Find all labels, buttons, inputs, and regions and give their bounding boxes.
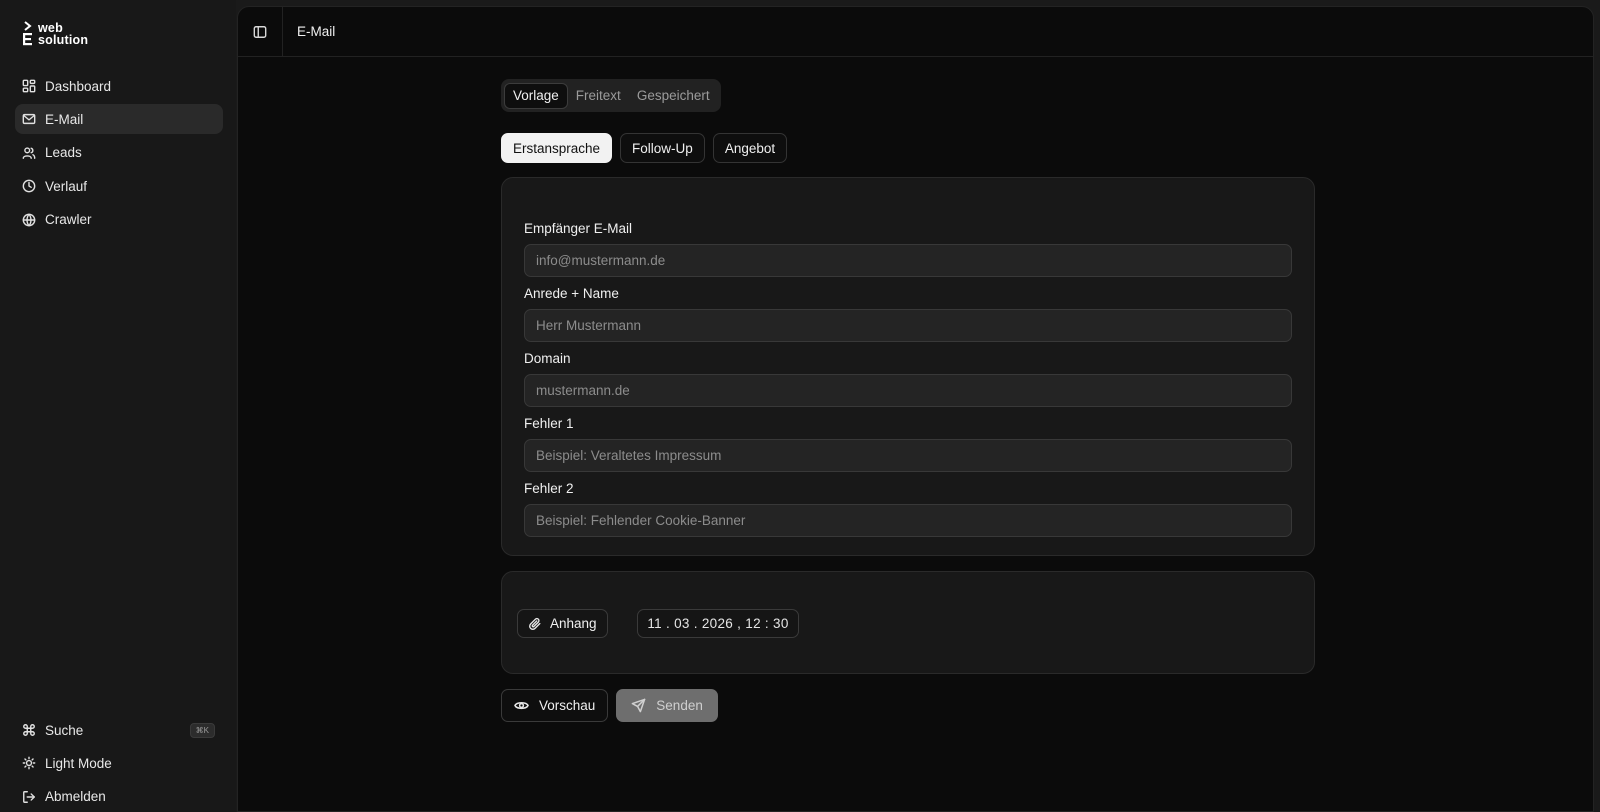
tab-freitext[interactable]: Freitext <box>568 83 629 109</box>
salutation-name-input[interactable] <box>524 309 1292 342</box>
clock-icon <box>22 179 36 193</box>
sidebar-item-label: Leads <box>45 145 82 161</box>
main-panel: E-Mail Vorlage Freitext Gespeichert Erst… <box>237 6 1594 812</box>
recipient-label: Empfänger E-Mail <box>524 221 633 236</box>
attachment-button[interactable]: Anhang <box>517 609 608 638</box>
sidebar-item-label: Abmelden <box>45 789 106 805</box>
sidebar-item-label: Crawler <box>45 212 92 228</box>
sidebar-item-dashboard[interactable]: Dashboard <box>15 71 223 101</box>
sidebar-item-label: Verlauf <box>45 178 88 194</box>
sidebar-toggle-icon <box>253 25 267 38</box>
mail-icon <box>22 112 36 126</box>
email-form-card: Empfänger E-Mail Anrede + Name Domain Fe… <box>501 177 1315 556</box>
error2-input[interactable] <box>524 504 1292 537</box>
sidebar-toggle-button[interactable] <box>238 7 283 57</box>
error2-field-group: Fehler 2 <box>524 481 1292 537</box>
error1-field-group: Fehler 1 <box>524 416 1292 472</box>
brand-line-1: web <box>38 20 63 35</box>
sidebar-item-verlauf[interactable]: Verlauf <box>15 171 223 201</box>
eye-icon <box>514 701 529 710</box>
brand-name: web solution <box>38 20 89 47</box>
send-icon <box>631 698 646 713</box>
domain-input[interactable] <box>524 374 1292 407</box>
preview-label: Vorschau <box>539 698 596 713</box>
sidebar-nav: Dashboard E-Mail Leads Verlauf Crawler <box>15 71 223 238</box>
brand-line-2: solution <box>38 32 89 47</box>
preview-button[interactable]: Vorschau <box>501 689 609 722</box>
domain-field-group: Domain <box>524 351 1292 407</box>
logo-mark-icon <box>22 20 35 47</box>
salutation-field-group: Anrede + Name <box>524 286 1292 342</box>
page-title: E-Mail <box>297 24 336 39</box>
sidebar-item-label: Light Mode <box>45 755 112 771</box>
sidebar: web solution Dashboard E-Mail Leads Verl… <box>0 0 236 812</box>
attachment-label: Anhang <box>550 616 597 631</box>
sidebar-item-crawler[interactable]: Crawler <box>15 205 223 235</box>
recipient-email-input[interactable] <box>524 244 1292 277</box>
users-icon <box>22 146 36 160</box>
error1-label: Fehler 1 <box>524 416 574 431</box>
attachment-schedule-card: Anhang 11 . 03 . 2026 , 12 : 30 <box>501 571 1315 674</box>
brand-logo[interactable]: web solution <box>22 20 88 47</box>
sidebar-item-label: Dashboard <box>45 78 112 94</box>
sidebar-item-logout[interactable]: Abmelden <box>15 782 223 812</box>
error2-label: Fehler 2 <box>524 481 574 496</box>
template-selector: Erstansprache Follow-Up Angebot <box>501 133 788 163</box>
domain-label: Domain <box>524 351 571 366</box>
sidebar-item-light-mode[interactable]: Light Mode <box>15 748 223 778</box>
schedule-datetime-input[interactable]: 11 . 03 . 2026 , 12 : 30 <box>637 609 799 638</box>
send-label: Senden <box>656 698 703 713</box>
send-button[interactable]: Senden <box>616 689 718 722</box>
command-icon <box>22 723 36 737</box>
logout-icon <box>22 790 36 804</box>
sun-icon <box>22 756 36 770</box>
sidebar-item-email[interactable]: E-Mail <box>15 104 223 135</box>
template-erstansprache-button[interactable]: Erstansprache <box>501 133 613 163</box>
topbar: E-Mail <box>238 7 1593 57</box>
template-angebot-button[interactable]: Angebot <box>712 133 788 163</box>
dashboard-icon <box>22 79 36 93</box>
sidebar-bottom-nav: Suche ⌘K Light Mode Abmelden <box>15 715 223 812</box>
sidebar-item-search[interactable]: Suche ⌘K <box>15 715 223 745</box>
shortcut-badge: ⌘K <box>189 722 215 738</box>
tab-vorlage[interactable]: Vorlage <box>504 82 568 109</box>
salutation-label: Anrede + Name <box>524 286 619 301</box>
paperclip-icon <box>529 617 541 630</box>
tab-gespeichert[interactable]: Gespeichert <box>629 83 718 109</box>
sidebar-item-label: Suche <box>45 722 84 738</box>
action-bar: Vorschau Senden <box>501 689 718 722</box>
sidebar-item-leads[interactable]: Leads <box>15 138 223 168</box>
recipient-field-group: Empfänger E-Mail <box>524 221 1292 277</box>
error1-input[interactable] <box>524 439 1292 472</box>
globe-icon <box>22 213 36 227</box>
mode-tabs: Vorlage Freitext Gespeichert <box>501 79 721 112</box>
template-follow-up-button[interactable]: Follow-Up <box>620 133 705 163</box>
sidebar-item-label: E-Mail <box>45 111 84 127</box>
